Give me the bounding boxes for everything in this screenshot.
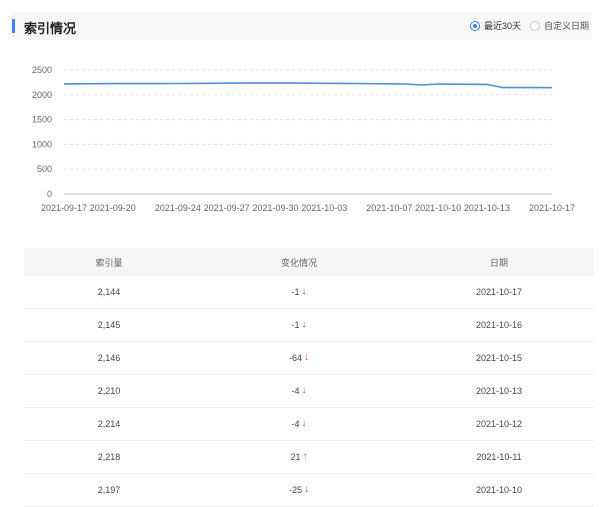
radio-selected-icon bbox=[470, 20, 480, 31]
cell-count: 2,218 bbox=[97, 452, 121, 462]
arrow-down-icon: ↓ bbox=[304, 484, 309, 495]
accent-bar bbox=[12, 19, 15, 33]
cell-date: 2021-10-10 bbox=[475, 485, 523, 495]
change-value: -1 bbox=[291, 287, 300, 297]
table-row: 2,218 21 ↑ 2021-10-11 bbox=[24, 441, 594, 474]
table-row: 2,210 -4 ↓ 2021-10-13 bbox=[24, 375, 594, 408]
arrow-down-icon: ↓ bbox=[301, 319, 307, 330]
table-body: 2,144 -1 ↓ 2021-10-17 2,145 -1 ↓ 2021-10-16 2,14… bbox=[24, 276, 594, 507]
section-header: 索引情况 最近30天 自定义日期 bbox=[12, 12, 592, 40]
y-tick-label: 500 bbox=[37, 164, 52, 174]
change-value: -25 bbox=[288, 485, 302, 495]
radio-last-30-days[interactable]: 最近30天 bbox=[470, 19, 521, 32]
table-row: 2,144 -1 ↓ 2021-10-17 bbox=[24, 276, 594, 309]
radio-empty-icon bbox=[530, 20, 540, 31]
radio-label: 最近30天 bbox=[484, 21, 522, 31]
x-tick-label: 2021-10-13 bbox=[464, 203, 510, 213]
y-tick-label: 1000 bbox=[32, 139, 52, 149]
x-tick-label: 2021-10-10 bbox=[415, 203, 461, 213]
x-tick-label: 2021-09-24 bbox=[155, 203, 201, 213]
cell-count: 2,214 bbox=[97, 419, 121, 429]
radio-label: 自定义日期 bbox=[544, 21, 590, 31]
index-table: 索引量 变化情况 日期 2,144 -1 ↓ 2021-10-17 2,145 -1 ↓ 20… bbox=[24, 248, 594, 507]
cell-date: 2021-10-13 bbox=[475, 386, 523, 396]
arrow-down-icon: ↓ bbox=[301, 286, 307, 297]
section-title: 索引情况 bbox=[24, 21, 77, 36]
cell-date: 2021-10-12 bbox=[475, 419, 523, 429]
cell-change: -1 ↓ bbox=[194, 319, 404, 331]
cell-change: 21 ↑ bbox=[194, 451, 404, 463]
x-tick-label: 2021-09-17 bbox=[41, 203, 87, 213]
header-count: 索引量 bbox=[95, 257, 123, 268]
x-tick-label: 2021-10-03 bbox=[301, 203, 347, 213]
cell-change: -4 ↓ bbox=[194, 385, 404, 397]
x-tick-label: 2021-09-27 bbox=[204, 203, 250, 213]
table-row: 2,146 -64 ↓ 2021-10-15 bbox=[24, 342, 594, 375]
cell-change: -64 ↓ bbox=[194, 352, 404, 364]
x-tick-label: 2021-10-17 bbox=[529, 203, 575, 213]
index-chart: 0 500 1000 1500 2000 2500 2021-09-17 2021-09-20… bbox=[32, 65, 575, 213]
series-line bbox=[63, 82, 553, 89]
arrow-down-icon: ↓ bbox=[301, 418, 307, 429]
arrow-down-icon: ↓ bbox=[301, 385, 307, 396]
x-tick-label: 2021-09-20 bbox=[90, 203, 136, 213]
cell-count: 2,210 bbox=[97, 386, 121, 396]
table-row: 2,145 -1 ↓ 2021-10-16 bbox=[24, 309, 594, 342]
change-value: -4 bbox=[291, 386, 300, 396]
cell-date: 2021-10-16 bbox=[475, 320, 523, 330]
radio-custom-date[interactable]: 自定义日期 bbox=[530, 19, 589, 32]
cell-count: 2,197 bbox=[97, 485, 121, 495]
y-tick-label: 0 bbox=[47, 189, 52, 199]
cell-date: 2021-10-11 bbox=[476, 452, 522, 462]
change-value: 21 bbox=[290, 452, 301, 462]
y-tick-label: 2000 bbox=[32, 90, 52, 100]
cell-change: -1 ↓ bbox=[194, 286, 404, 298]
arrow-up-icon: ↑ bbox=[302, 451, 308, 462]
cell-date: 2021-10-17 bbox=[475, 287, 523, 297]
cell-count: 2,144 bbox=[97, 287, 121, 297]
cell-count: 2,145 bbox=[97, 320, 121, 330]
y-tick-label: 2500 bbox=[32, 65, 52, 75]
cell-date: 2021-10-15 bbox=[475, 353, 523, 363]
header-change: 变化情况 bbox=[280, 257, 317, 268]
cell-change: -25 ↓ bbox=[194, 484, 404, 496]
change-value: -4 bbox=[291, 419, 300, 429]
y-tick-label: 1500 bbox=[32, 115, 52, 125]
x-tick-label: 2021-09-30 bbox=[252, 203, 298, 213]
header-date: 日期 bbox=[489, 257, 508, 268]
table-row: 2,197 -25 ↓ 2021-10-10 bbox=[24, 474, 594, 507]
change-value: -64 bbox=[288, 353, 302, 363]
table-header: 索引量 变化情况 日期 bbox=[24, 248, 594, 276]
table-row: 2,214 -4 ↓ 2021-10-12 bbox=[24, 408, 594, 441]
change-value: -1 bbox=[291, 320, 300, 330]
arrow-down-icon: ↓ bbox=[304, 352, 309, 363]
cell-count: 2,146 bbox=[97, 353, 121, 363]
cell-change: -4 ↓ bbox=[194, 418, 404, 430]
x-tick-label: 2021-10-07 bbox=[366, 203, 412, 213]
